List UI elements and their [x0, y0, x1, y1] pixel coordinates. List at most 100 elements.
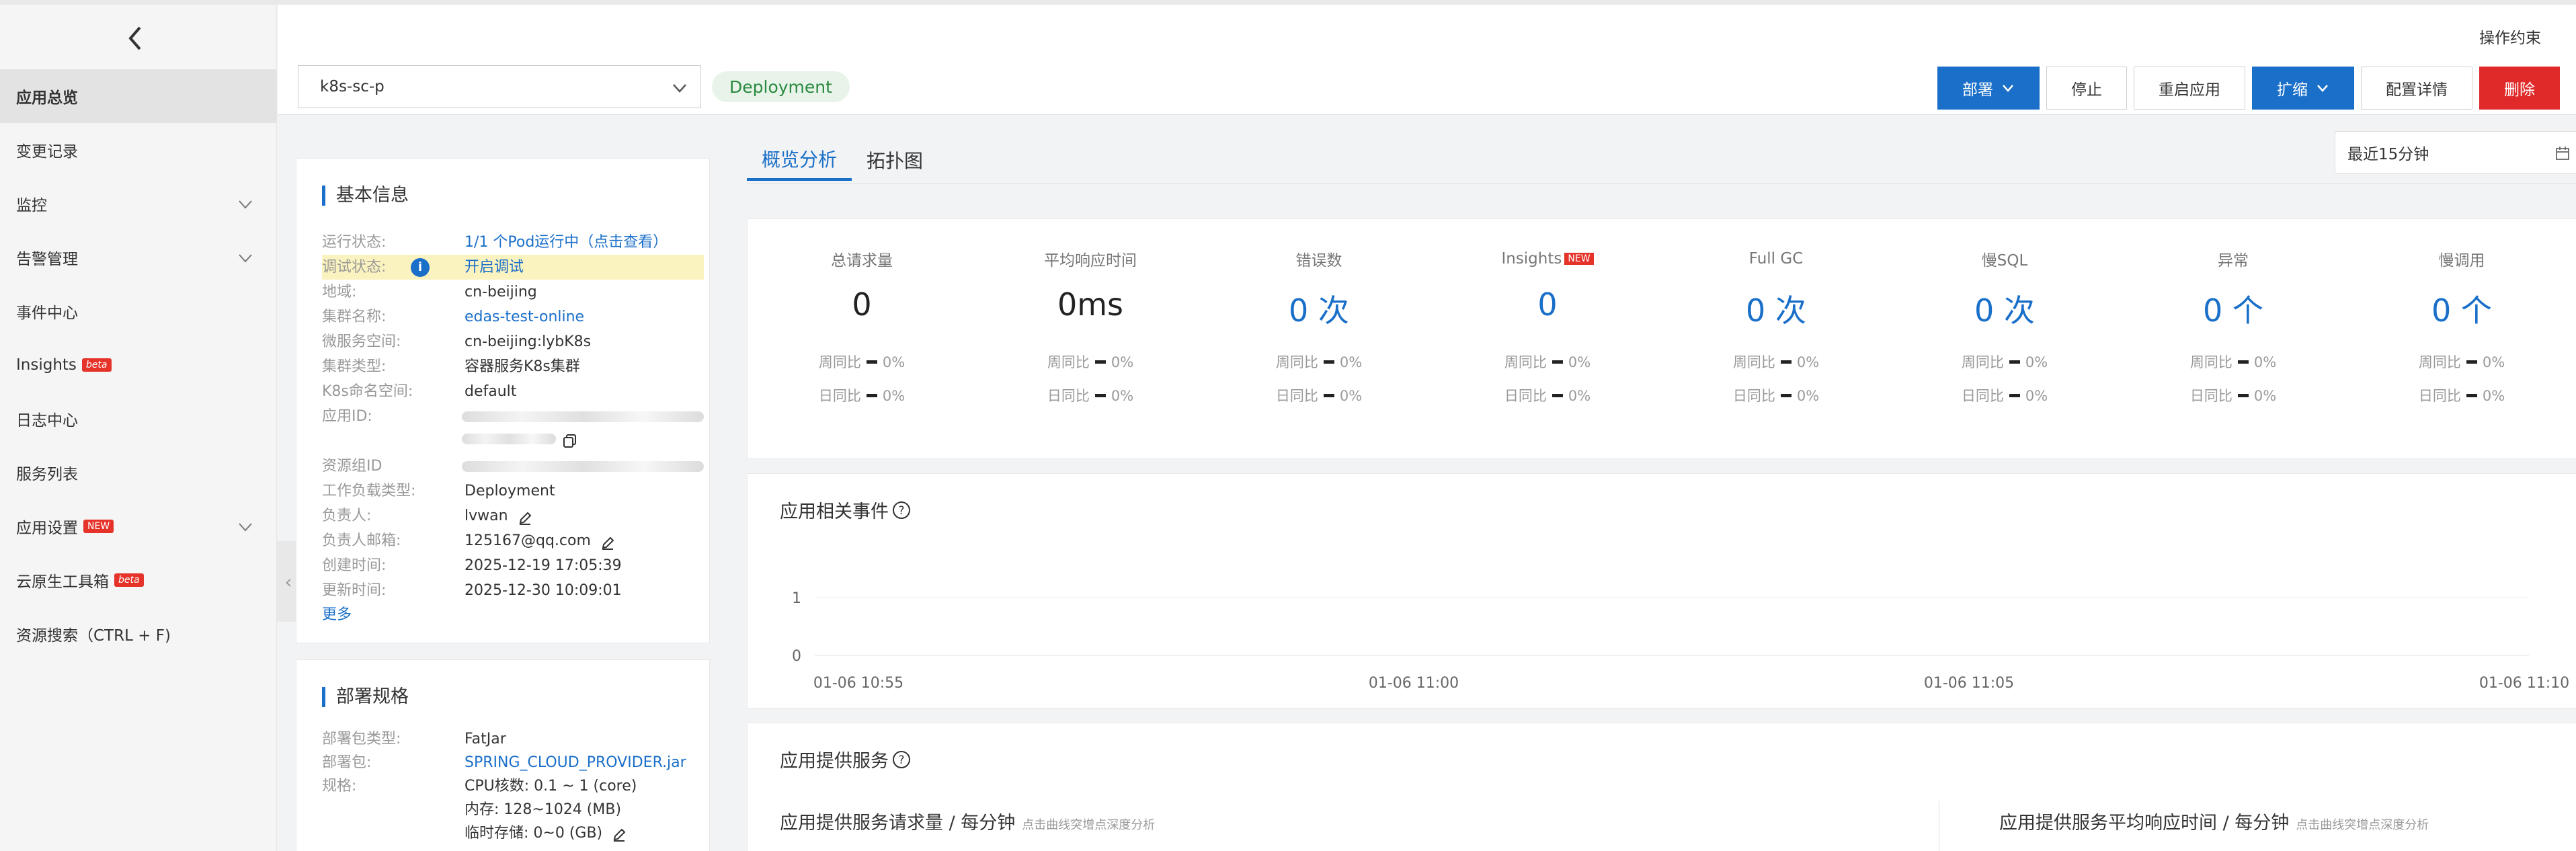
- sidebar-item[interactable]: 日志中心: [0, 392, 277, 446]
- spec-value-text: 临时存储: 0~0 (GB): [465, 825, 603, 842]
- flat-trend-icon: [866, 360, 877, 364]
- info-row: 创建时间: 2025-12-19 17:05:39: [322, 553, 704, 578]
- edit-icon[interactable]: [518, 509, 532, 525]
- compare-label: 日同比: [818, 388, 861, 404]
- week-over-week: 周同比 0%: [1433, 346, 1662, 379]
- sidebar-item[interactable]: 服务列表: [0, 446, 277, 499]
- sidebar: 应用总览 变更记录 监控 告警管理 事件中心 Insights beta 日志中心 服务列表 应用…: [0, 5, 277, 851]
- metric-compare: 周同比 0% 日同比 0%: [2347, 346, 2576, 413]
- sidebar-item[interactable]: 应用总览: [0, 69, 277, 123]
- tab-overview[interactable]: 概览分析: [747, 139, 852, 181]
- help-icon[interactable]: ?: [891, 749, 912, 770]
- info-value[interactable]: edas-test-online: [465, 305, 584, 329]
- spec-value[interactable]: SPRING_CLOUD_PROVIDER.jar: [465, 751, 686, 774]
- spec-value-text: SPRING_CLOUD_PROVIDER.jar: [465, 754, 686, 771]
- scale-button[interactable]: 扩缩: [2252, 67, 2354, 110]
- time-range-picker[interactable]: 最近15分钟: [2335, 131, 2576, 174]
- metric-value[interactable]: 0: [1433, 286, 1662, 327]
- metric-card: Insights NEW 0 周同比 0% 日同比 0%: [1433, 219, 1662, 413]
- spec-value: 临时存储: 0~0 (GB): [465, 821, 627, 845]
- sidebar-item[interactable]: 告警管理: [0, 231, 277, 284]
- week-over-week: 周同比 0%: [1890, 346, 2119, 379]
- sidebar-item[interactable]: 变更记录: [0, 123, 277, 177]
- metric-label-text: Full GC: [1748, 250, 1804, 268]
- info-icon: i: [411, 257, 430, 277]
- info-row: 地域: cn-beijing: [322, 280, 704, 305]
- operation-constraints-link[interactable]: 操作约束: [2479, 25, 2541, 48]
- flat-trend-icon: [2237, 360, 2249, 364]
- day-over-day: 日同比 0%: [1205, 379, 1433, 413]
- more-link[interactable]: 更多: [322, 602, 352, 624]
- info-value-text: cn-beijing: [465, 284, 537, 300]
- sidebar-item-label: 应用设置: [16, 520, 78, 537]
- info-key: 资源组ID: [322, 458, 383, 475]
- copy-icon[interactable]: [563, 432, 577, 448]
- sidebar-item[interactable]: 事件中心: [0, 284, 277, 338]
- info-value: 2025-12-19 17:05:39: [465, 553, 622, 578]
- info-value: default: [465, 379, 516, 404]
- metric-label-text: 总请求量: [831, 252, 893, 270]
- restart-button[interactable]: 重启应用: [2134, 67, 2245, 110]
- info-key: 更新时间:: [322, 582, 387, 599]
- info-value-text: edas-test-online: [465, 309, 585, 325]
- metric-label: Full GC: [1662, 249, 1890, 269]
- metric-label-text: 慢SQL: [1981, 252, 2028, 270]
- sidebar-item-label: Insights: [16, 356, 77, 374]
- stop-button[interactable]: 停止: [2046, 67, 2127, 110]
- back-arrow-icon[interactable]: [121, 24, 151, 53]
- metric-value[interactable]: 0 个: [2119, 286, 2347, 329]
- sidebar-item[interactable]: Insights beta: [0, 338, 277, 392]
- new-badge: NEW: [1564, 253, 1594, 265]
- spec-key: 部署包类型:: [322, 731, 401, 747]
- edit-icon[interactable]: [600, 534, 615, 550]
- sidebar-item[interactable]: 云原生工具箱 beta: [0, 553, 277, 607]
- info-key: 地域:: [322, 284, 357, 300]
- app-selector[interactable]: k8s-sc-p: [298, 65, 701, 108]
- info-value-text: cn-beijing:lybK8s: [465, 333, 592, 350]
- metric-value[interactable]: 0 个: [2347, 286, 2576, 329]
- info-key: 微服务空间:: [322, 333, 401, 350]
- edit-icon[interactable]: [612, 826, 627, 842]
- service-request-chart-title-text: 应用提供服务请求量 / 每分钟: [780, 813, 1016, 834]
- info-value[interactable]: i 开启调试: [411, 255, 524, 280]
- sidebar-item-label: 应用总览: [16, 89, 78, 107]
- week-over-week: 周同比 0%: [1662, 346, 1890, 379]
- info-value-text: 开启调试: [465, 259, 524, 276]
- info-key: 集群类型:: [322, 358, 387, 375]
- info-value[interactable]: 1/1 个Pod运行中（点击查看）: [465, 230, 668, 255]
- metric-label: 慢调用: [2347, 249, 2576, 270]
- spec-row: 内存: 128~1024 (MB): [322, 798, 704, 821]
- compare-value: 0%: [2482, 388, 2505, 404]
- metric-value[interactable]: 0 次: [1662, 286, 1890, 329]
- info-row: 更新时间: 2025-12-30 10:09:01: [322, 578, 704, 603]
- info-value: Deployment: [465, 479, 555, 503]
- metric-card: 异常 0 个周同比 0% 日同比 0%: [2119, 219, 2347, 413]
- config-details-button[interactable]: 配置详情: [2361, 67, 2472, 110]
- x-tick-label: 01-06 11:10: [2479, 675, 2569, 692]
- info-value: [462, 454, 704, 479]
- delete-button[interactable]: 删除: [2479, 67, 2560, 110]
- metric-compare: 周同比 0% 日同比 0%: [976, 346, 1205, 413]
- sidebar-item-label: 资源搜索（CTRL + F): [16, 627, 171, 645]
- metric-value[interactable]: 0 次: [1890, 286, 2119, 329]
- compare-value: 0%: [1339, 388, 1363, 404]
- redacted-bar: [462, 460, 704, 472]
- tab-topology[interactable]: 拓扑图: [852, 139, 938, 181]
- deploy-spec-title: 部署规格: [322, 687, 409, 707]
- week-over-week: 周同比 0%: [748, 346, 976, 379]
- flat-trend-icon: [1780, 360, 1792, 364]
- compare-label: 周同比: [1047, 354, 1090, 370]
- compare-label: 日同比: [1732, 388, 1775, 404]
- metric-value[interactable]: 0 次: [1205, 286, 1433, 329]
- sidebar-item-label: 监控: [16, 197, 47, 214]
- metric-label: 总请求量: [748, 249, 976, 270]
- sidebar-item[interactable]: 监控: [0, 177, 277, 231]
- compare-label: 日同比: [2189, 388, 2232, 404]
- sidebar-item[interactable]: 资源搜索（CTRL + F): [0, 607, 277, 661]
- day-over-day: 日同比 0%: [1662, 379, 1890, 413]
- info-key: 调试状态:: [322, 259, 387, 276]
- sidebar-item[interactable]: 应用设置 NEW: [0, 499, 277, 553]
- time-range-value: 最近15分钟: [2347, 146, 2429, 163]
- info-row: 集群类型: 容器服务K8s集群: [322, 354, 704, 379]
- deploy-button[interactable]: 部署: [1937, 67, 2040, 110]
